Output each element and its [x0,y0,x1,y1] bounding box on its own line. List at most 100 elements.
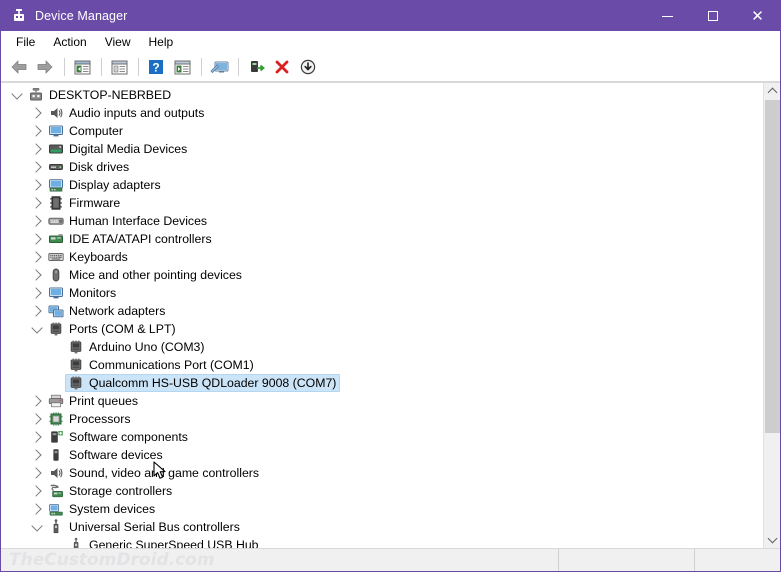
tree-item[interactable]: Qualcomm HS-USB QDLoader 9008 (COM7) [65,374,340,392]
tree-expander[interactable] [29,176,45,194]
tree-row[interactable]: Generic SuperSpeed USB Hub [1,536,763,548]
tree-row[interactable]: IDE ATA/ATAPI controllers [1,230,763,248]
tree-row[interactable]: DESKTOP-NEBRBED [1,86,763,104]
vertical-scrollbar[interactable] [763,83,780,548]
menu-view[interactable]: View [96,32,140,52]
menu-action[interactable]: Action [44,32,95,52]
device-tree[interactable]: DESKTOP-NEBRBEDAudio inputs and outputsC… [1,83,763,548]
tree-row[interactable]: Print queues [1,392,763,410]
tree-expander[interactable] [29,266,45,284]
toolbar-separator [238,58,239,76]
tree-row[interactable]: Human Interface Devices [1,212,763,230]
tree-item[interactable]: Communications Port (COM1) [65,356,258,374]
tree-row[interactable]: Ports (COM & LPT) [1,320,763,338]
tree-item[interactable]: Print queues [45,392,142,410]
scroll-down-button[interactable] [764,531,780,548]
tree-item[interactable]: System devices [45,500,159,518]
tree-row[interactable]: Disk drives [1,158,763,176]
tree-expander[interactable] [29,230,45,248]
tree-expander[interactable] [29,464,45,482]
tree-expander[interactable] [29,410,45,428]
uninstall-device-button[interactable] [270,55,294,79]
tree-row-selected[interactable]: Qualcomm HS-USB QDLoader 9008 (COM7) [1,374,763,392]
tree-expander[interactable] [29,392,45,410]
tree-row[interactable]: Software devices [1,446,763,464]
tree-row[interactable]: Audio inputs and outputs [1,104,763,122]
tree-row[interactable]: Firmware [1,194,763,212]
tree-item[interactable]: Digital Media Devices [45,140,191,158]
tree-item[interactable]: Storage controllers [45,482,176,500]
tree-row[interactable]: Monitors [1,284,763,302]
tree-item[interactable]: Processors [45,410,135,428]
tree-row[interactable]: Software components [1,428,763,446]
tree-row[interactable]: Storage controllers [1,482,763,500]
tree-expander[interactable] [29,482,45,500]
tree-row[interactable]: Arduino Uno (COM3) [1,338,763,356]
scan-hardware-changes-button[interactable] [207,55,231,79]
tree-expander[interactable] [29,140,45,158]
tree-item[interactable]: Human Interface Devices [45,212,211,230]
tree-row[interactable]: Computer [1,122,763,140]
tree-row[interactable]: Processors [1,410,763,428]
scrollbar-thumb[interactable] [765,100,780,433]
properties-button[interactable] [107,55,131,79]
tree-item[interactable]: Universal Serial Bus controllers [45,518,244,536]
tree-item[interactable]: Mice and other pointing devices [45,266,246,284]
tree-expander[interactable] [29,284,45,302]
tree-expander[interactable] [29,446,45,464]
menu-file[interactable]: File [7,32,44,52]
action-menu-button[interactable] [170,55,194,79]
tree-expander[interactable] [29,302,45,320]
tree-item[interactable]: Network adapters [45,302,169,320]
tree-item[interactable]: IDE ATA/ATAPI controllers [45,230,216,248]
disable-device-button[interactable] [296,55,320,79]
tree-item[interactable]: Generic SuperSpeed USB Hub [65,536,263,548]
computer-node-icon [28,87,44,103]
tree-item[interactable]: Sound, video and game controllers [45,464,263,482]
tree-item[interactable]: Display adapters [45,176,165,194]
back-button[interactable] [7,55,31,79]
forward-button[interactable] [33,55,57,79]
tree-item[interactable]: Firmware [45,194,124,212]
tree-expander[interactable] [29,500,45,518]
tree-expander[interactable] [29,428,45,446]
minimize-button[interactable] [645,1,690,31]
tree-expander[interactable] [9,86,25,104]
tree-item[interactable]: Arduino Uno (COM3) [65,338,209,356]
tree-item[interactable]: Software devices [45,446,167,464]
tree-item[interactable]: Keyboards [45,248,132,266]
tree-expander[interactable] [29,320,45,338]
maximize-button[interactable] [690,1,735,31]
tree-expander[interactable] [29,518,45,536]
menu-help[interactable]: Help [140,32,183,52]
back-arrow-icon [10,59,28,75]
tree-item[interactable]: DESKTOP-NEBRBED [25,86,175,104]
tree-expander[interactable] [29,122,45,140]
tree-item[interactable]: Software components [45,428,192,446]
help-button[interactable]: ? [144,55,168,79]
tree-row[interactable]: Universal Serial Bus controllers [1,518,763,536]
tree-row[interactable]: Display adapters [1,176,763,194]
tree-expander[interactable] [29,104,45,122]
tree-expander[interactable] [29,212,45,230]
tree-item[interactable]: Audio inputs and outputs [45,104,208,122]
tree-row[interactable]: Communications Port (COM1) [1,356,763,374]
tree-item[interactable]: Monitors [45,284,120,302]
tree-expander[interactable] [29,248,45,266]
tree-expander[interactable] [29,158,45,176]
tree-item[interactable]: Disk drives [45,158,133,176]
tree-row[interactable]: Sound, video and game controllers [1,464,763,482]
tree-row[interactable]: System devices [1,500,763,518]
tree-expander[interactable] [29,194,45,212]
update-driver-button[interactable] [244,55,268,79]
scroll-up-button[interactable] [764,83,780,100]
tree-row[interactable]: Keyboards [1,248,763,266]
show-hide-console-tree-button[interactable] [70,55,94,79]
tree-item[interactable]: Computer [45,122,127,140]
tree-item[interactable]: Ports (COM & LPT) [45,320,180,338]
tree-row[interactable]: Digital Media Devices [1,140,763,158]
close-button[interactable]: ✕ [735,1,780,31]
tree-row[interactable]: Mice and other pointing devices [1,266,763,284]
tree-row[interactable]: Network adapters [1,302,763,320]
down-arrow-circle-icon [300,59,316,75]
